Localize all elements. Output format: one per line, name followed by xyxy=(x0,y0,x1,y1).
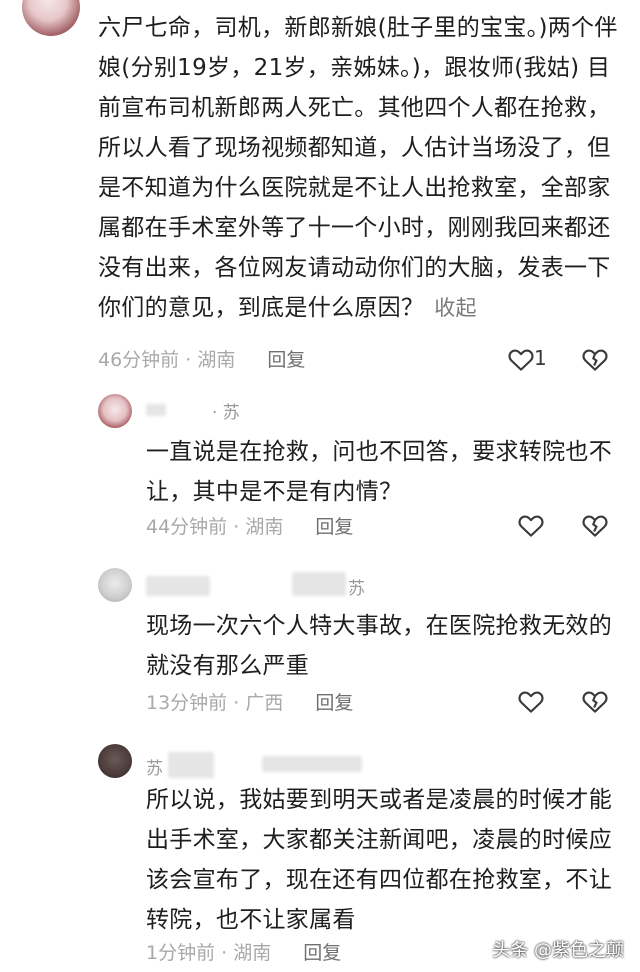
blurred-username xyxy=(168,752,214,778)
comment-time: 46分钟前 xyxy=(98,349,180,371)
reply-time: 44分钟前 xyxy=(146,516,228,538)
like-icon[interactable] xyxy=(506,344,536,374)
reply-button[interactable]: 回复 xyxy=(303,942,341,964)
main-comment-meta: 46分钟前 · 湖南 回复 xyxy=(98,345,305,372)
dislike-icon[interactable] xyxy=(580,686,610,716)
reply-username: 苏 xyxy=(348,579,365,599)
reply-avatar[interactable] xyxy=(98,568,132,602)
dislike-icon[interactable] xyxy=(580,510,610,540)
reply-avatar[interactable] xyxy=(98,394,132,428)
blurred-reply-target xyxy=(262,756,362,772)
collapse-link[interactable]: 收起 xyxy=(434,296,477,320)
reply-username: · 苏 xyxy=(212,403,240,423)
reply-button[interactable]: 回复 xyxy=(315,516,353,538)
reply-text: 所以说，我姑要到明天或者是凌晨的时候才能出手术室，大家都关注新闻吧，凌晨的时候应… xyxy=(146,787,612,933)
reply-time: 13分钟前 xyxy=(146,692,228,714)
reply-button[interactable]: 回复 xyxy=(315,692,353,714)
watermark: 头条 @紫色之颠 xyxy=(492,940,624,961)
reply-username: 苏 xyxy=(146,759,163,779)
meta-separator: · xyxy=(233,692,240,714)
reply-text: 一直说是在抢救，问也不回答，要求转院也不让，其中是不是有内情？ xyxy=(146,439,612,505)
reply-text: 现场一次六个人特大事故，在医院抢救无效的就没有那么严重 xyxy=(146,613,612,679)
meta-separator: · xyxy=(185,349,192,371)
comment-location: 湖南 xyxy=(197,349,236,371)
blurred-username xyxy=(146,576,210,596)
reply-meta: 44分钟前 · 湖南 回复 xyxy=(146,512,353,539)
main-comment-text: 六尸七命，司机，新郎新娘(肚子里的宝宝。)两个伴娘(分别19岁，21岁，亲姊妹。… xyxy=(98,15,618,321)
meta-separator: · xyxy=(221,942,228,964)
like-icon[interactable] xyxy=(516,510,546,540)
reply-time: 1分钟前 xyxy=(146,942,216,964)
meta-separator: · xyxy=(233,516,240,538)
commenter-avatar[interactable] xyxy=(22,0,80,36)
reply-location: 广西 xyxy=(245,692,284,714)
main-comment: 六尸七命，司机，新郎新娘(肚子里的宝宝。)两个伴娘(分别19岁，21岁，亲姊妹。… xyxy=(98,8,618,328)
reply-button[interactable]: 回复 xyxy=(267,349,305,371)
dislike-icon[interactable] xyxy=(580,344,610,374)
reply-meta: 13分钟前 · 广西 回复 xyxy=(146,688,353,715)
blurred-username xyxy=(146,404,166,416)
blurred-username xyxy=(292,572,346,596)
reply-location: 湖南 xyxy=(233,942,272,964)
reply-avatar[interactable] xyxy=(98,744,132,778)
like-count: 1 xyxy=(534,346,547,370)
like-icon[interactable] xyxy=(516,686,546,716)
reply-meta: 1分钟前 · 湖南 回复 xyxy=(146,938,341,965)
reply-location: 湖南 xyxy=(245,516,284,538)
